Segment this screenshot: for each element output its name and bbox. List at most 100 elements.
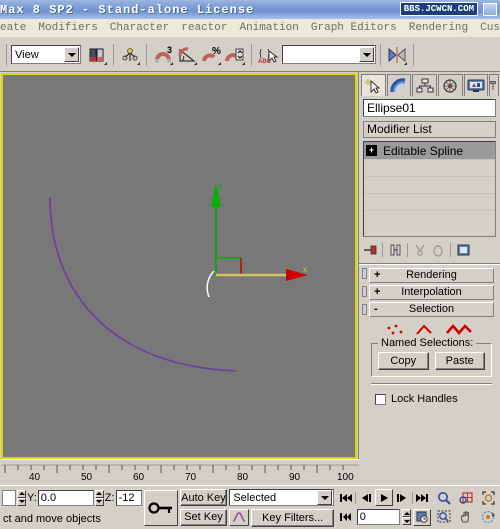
reference-coordinate-system-dropdown[interactable]: View xyxy=(11,45,81,64)
coordinate-display: Y: 0.0 Z: -12 ct and move objects xyxy=(0,486,142,529)
menu-item-animation[interactable]: Animation xyxy=(233,19,304,37)
named-selections-title: Named Selections: xyxy=(378,337,477,349)
menu-item-character[interactable]: Character xyxy=(104,19,175,37)
utilities-tab[interactable] xyxy=(489,74,499,96)
frame-spinner[interactable] xyxy=(402,509,412,526)
stack-item-editable-spline[interactable]: + Editable Spline xyxy=(364,142,495,159)
menu-item-modifiers[interactable]: Modifiers xyxy=(32,19,103,37)
clock-icon xyxy=(416,511,428,523)
spinner-snap-toggle-button[interactable] xyxy=(223,43,247,67)
go-to-start-button[interactable] xyxy=(337,489,354,507)
select-and-link-button[interactable] xyxy=(118,43,142,67)
window-restore-button[interactable] xyxy=(483,3,497,16)
key-options: Selected Key Filters... xyxy=(227,486,336,529)
menu-item-create[interactable]: eate xyxy=(0,19,32,37)
menu-item-graph-editors[interactable]: Graph Editors xyxy=(305,19,403,37)
display-tab[interactable] xyxy=(463,74,489,96)
paste-button[interactable]: Paste xyxy=(434,352,485,370)
menu-bar: eate Modifiers Character reactor Animati… xyxy=(0,19,500,38)
percent-snap-toggle-button[interactable]: % xyxy=(199,43,223,67)
arc-rotate-icon[interactable] xyxy=(478,508,498,526)
key-mode-toggle-button[interactable] xyxy=(143,489,178,526)
time-configuration-button[interactable] xyxy=(413,508,431,526)
menu-item-rendering[interactable]: Rendering xyxy=(403,19,474,37)
chevron-down-icon[interactable] xyxy=(359,47,374,62)
named-selection-sets-dropdown[interactable] xyxy=(282,45,376,64)
select-object-button[interactable] xyxy=(85,43,109,67)
pan-hand-icon[interactable] xyxy=(456,508,476,526)
current-frame-field[interactable]: 0 xyxy=(356,509,401,526)
z-coordinate-field[interactable]: -12 xyxy=(115,489,142,506)
mirror-button[interactable] xyxy=(385,43,409,67)
rollout-rendering[interactable]: + Rendering xyxy=(369,268,494,283)
rollout-interpolation[interactable]: + Interpolation xyxy=(369,285,494,300)
menu-item-customize[interactable]: Customize xyxy=(474,19,500,37)
modifier-stack[interactable]: + Editable Spline xyxy=(363,141,496,237)
set-key-button[interactable]: Set Key xyxy=(179,508,228,526)
chevron-down-icon[interactable] xyxy=(64,47,79,62)
motion-tab[interactable] xyxy=(438,74,463,96)
set-key-filters-icon-button[interactable] xyxy=(229,508,250,526)
copy-button[interactable]: Copy xyxy=(378,352,429,370)
hierarchy-tab[interactable] xyxy=(412,74,438,96)
divider xyxy=(382,243,383,257)
object-name-field[interactable]: Ellipse01 xyxy=(363,99,496,117)
lock-handles-row[interactable]: Lock Handles xyxy=(375,393,500,405)
previous-frame-button[interactable] xyxy=(357,489,374,507)
main-toolbar: View 3 % {} ABC xyxy=(0,38,500,72)
toolbar-divider xyxy=(146,43,147,66)
menu-item-reactor[interactable]: reactor xyxy=(175,19,233,37)
rollout-selection[interactable]: - Selection xyxy=(369,302,494,317)
modifier-list-dropdown[interactable]: Modifier List xyxy=(363,121,496,138)
snaps-toggle-button[interactable]: 3 xyxy=(151,43,175,67)
status-bar: Y: 0.0 Z: -12 ct and move objects Auto K… xyxy=(0,485,500,529)
zoom-extents-icon[interactable] xyxy=(478,489,498,507)
stack-empty-row xyxy=(364,210,495,227)
show-end-result-icon[interactable] xyxy=(386,241,404,259)
go-to-end-button[interactable] xyxy=(414,489,431,507)
chevron-down-icon[interactable] xyxy=(317,490,332,506)
command-panel: Ellipse01 Modifier List + Editable Splin… xyxy=(358,72,500,485)
x-coordinate-field[interactable] xyxy=(2,489,16,506)
time-slider-ruler[interactable]: 40 50 60 70 80 90 100 xyxy=(1,459,359,485)
y-spinner[interactable] xyxy=(94,489,104,506)
window-title: Max 8 SP2 - Stand-alone License xyxy=(0,2,255,17)
ruler-tick-90: 90 xyxy=(289,472,301,483)
toolbar-divider xyxy=(6,43,7,66)
zoom-icon[interactable] xyxy=(434,489,454,507)
x-spinner[interactable] xyxy=(17,489,26,506)
auto-key-button[interactable]: Auto Key xyxy=(179,489,228,507)
title-bar: Max 8 SP2 - Stand-alone License BBS.JCWC… xyxy=(0,0,500,19)
svg-text:y: y xyxy=(218,182,222,191)
expand-plus-icon[interactable]: + xyxy=(366,145,377,156)
y-coordinate-field[interactable]: 0.0 xyxy=(37,489,94,506)
selection-level-value: Selected xyxy=(233,491,277,504)
zoom-all-icon[interactable] xyxy=(456,489,476,507)
stack-empty-row xyxy=(364,176,495,193)
create-tab[interactable] xyxy=(361,74,386,96)
configure-modifier-sets-icon[interactable] xyxy=(454,241,472,259)
play-animation-button[interactable] xyxy=(375,489,393,507)
named-selection-sets-button[interactable]: { } ABC xyxy=(256,43,280,67)
motion-wheel-icon xyxy=(443,78,458,93)
perspective-viewport[interactable]: y x xyxy=(1,73,357,459)
angle-snap-toggle-button[interactable] xyxy=(175,43,199,67)
move-gizmo: y x xyxy=(206,182,308,298)
toolbar-divider xyxy=(251,43,252,66)
rollout-handle xyxy=(362,268,367,279)
svg-text:x: x xyxy=(303,265,307,274)
pin-stack-icon[interactable] xyxy=(361,241,379,259)
key-filters-button[interactable]: Key Filters... xyxy=(251,508,334,527)
rollout-sign: + xyxy=(374,286,381,298)
y-axis-label: Y: xyxy=(27,491,37,504)
zoom-region-icon[interactable] xyxy=(434,508,454,526)
ruler-tick-100: 100 xyxy=(337,472,354,483)
make-unique-icon[interactable] xyxy=(411,241,429,259)
key-mode-nav-icon[interactable] xyxy=(337,508,355,526)
remove-modifier-icon[interactable] xyxy=(429,241,447,259)
modify-tab[interactable] xyxy=(386,74,412,96)
lock-handles-checkbox[interactable] xyxy=(375,393,386,405)
viewport-navigation xyxy=(432,486,500,529)
selection-level-dropdown[interactable]: Selected xyxy=(229,489,334,507)
next-frame-button[interactable] xyxy=(394,489,411,507)
